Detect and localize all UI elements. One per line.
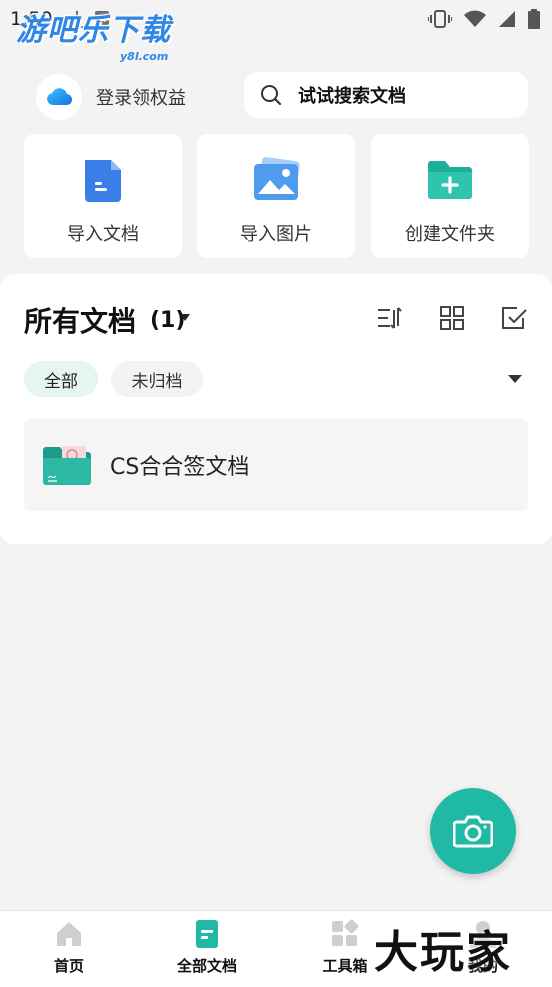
document-icon [85,160,121,202]
import-image-button[interactable]: 导入图片 [197,134,355,258]
filter-chip-all[interactable]: 全部 [24,361,98,397]
camera-icon [453,815,493,848]
import-document-label: 导入文档 [67,224,139,245]
multi-select-icon[interactable] [500,304,528,332]
cloud-icon [47,88,72,106]
signal-icon [499,11,515,27]
home-icon [57,922,81,946]
battery-icon [528,9,540,29]
nav-toolbox-label: 工具箱 [322,957,368,975]
image-icon [254,157,300,200]
create-folder-button[interactable]: 创建文件夹 [371,134,529,258]
nav-home-label: 首页 [53,957,84,975]
folder-add-icon [428,161,472,199]
camera-scan-button[interactable] [430,788,516,874]
system-status-icons [428,9,540,29]
login-label[interactable]: 登录领权益 [96,84,186,110]
watermark-logo: 游吧乐下载 [16,13,171,48]
search-icon [261,85,282,106]
expand-filter-icon[interactable] [508,375,522,383]
wifi-icon [464,10,486,27]
sort-icon[interactable] [376,304,404,332]
list-item[interactable]: CS合合签文档 [24,419,528,511]
vibrate-icon [428,10,452,28]
folder-icon [43,446,91,485]
documents-panel: 所有文档 (1) 全部 未归档 CS合合签文档 [0,274,552,544]
nav-all-documents-label: 全部文档 [176,957,237,975]
documents-title: 所有文档 [24,305,137,338]
login-entry[interactable]: 登录领权益 [36,74,186,120]
watermark-logo-sub: y8l.com [120,50,169,63]
avatar[interactable] [36,74,82,120]
search-placeholder: 试试搜索文档 [298,86,406,107]
nav-home[interactable]: 首页 [14,919,124,976]
filter-chip-unfiled[interactable]: 未归档 [111,361,203,397]
toolbox-icon [332,919,359,946]
all-docs-icon [196,920,218,948]
status-bar: 1:50 A 游吧乐下载 y8l.com [0,0,552,63]
nav-all-documents[interactable]: 全部文档 [152,919,262,976]
grid-view-icon[interactable] [438,304,466,332]
caret-down-icon[interactable] [180,314,190,321]
import-document-button[interactable]: 导入文档 [24,134,182,258]
create-folder-label: 创建文件夹 [405,224,495,245]
document-name: CS合合签文档 [110,455,250,480]
import-image-label: 导入图片 [240,224,312,245]
search-input[interactable]: 试试搜索文档 [244,72,528,118]
watermark-brand: 大玩家 [374,927,512,978]
